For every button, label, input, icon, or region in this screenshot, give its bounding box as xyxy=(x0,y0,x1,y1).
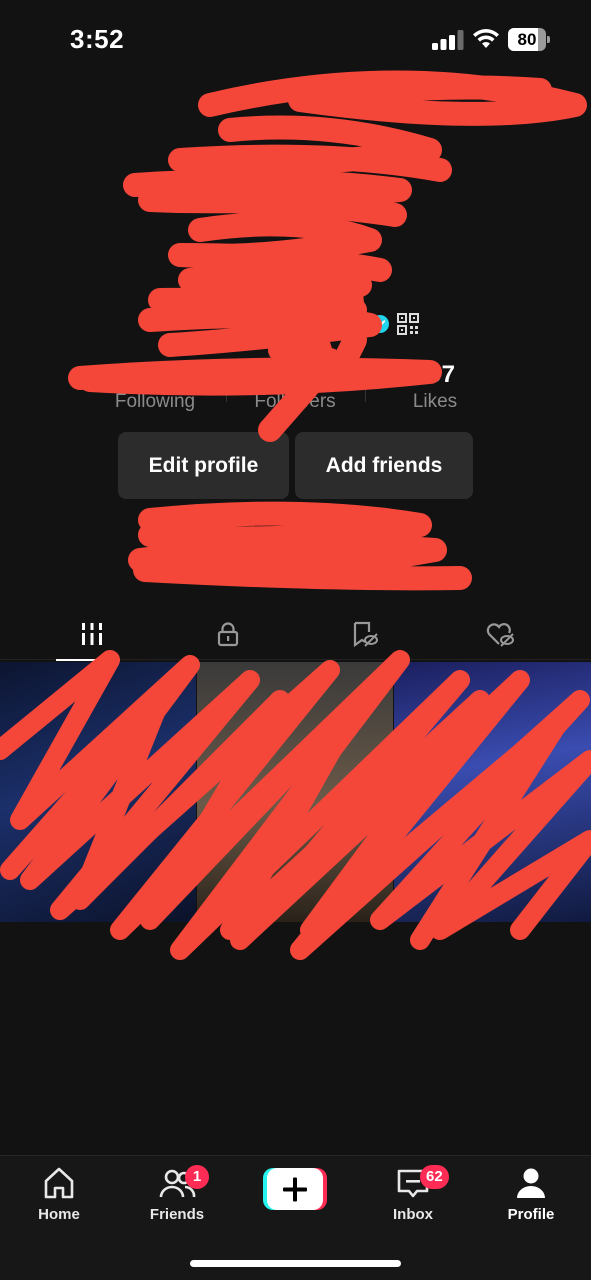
plus-icon xyxy=(263,1168,327,1210)
lock-icon xyxy=(217,622,238,647)
likes-count: 597 xyxy=(414,361,456,388)
following-count xyxy=(75,360,235,390)
heart-hidden-icon xyxy=(486,623,514,647)
add-friends-button[interactable]: Add friends xyxy=(295,432,473,499)
saved-tab[interactable] xyxy=(290,608,437,660)
profile-stats: Following Followers 597 Likes xyxy=(0,360,591,420)
cellular-signal-icon xyxy=(432,30,464,50)
profile-icon xyxy=(517,1168,545,1198)
following-stat[interactable]: Following xyxy=(75,360,235,414)
create-button[interactable] xyxy=(263,1168,327,1210)
followers-label: Followers xyxy=(254,391,336,412)
video-thumbnail[interactable] xyxy=(394,662,591,922)
followers-stat[interactable]: Followers xyxy=(215,360,375,414)
home-indicator xyxy=(190,1260,401,1267)
private-tab[interactable] xyxy=(154,608,301,660)
video-grid xyxy=(0,662,591,922)
qr-code-icon[interactable] xyxy=(397,313,419,335)
nav-home[interactable]: Home xyxy=(9,1164,109,1223)
battery-indicator: 80 xyxy=(508,28,552,51)
nav-inbox[interactable]: Inbox 62 xyxy=(363,1164,463,1223)
status-time: 3:52 xyxy=(70,24,125,54)
nav-inbox-label: Inbox xyxy=(393,1206,433,1223)
likes-label: Likes xyxy=(412,391,458,412)
followers-count xyxy=(215,360,375,390)
home-icon xyxy=(44,1167,74,1199)
verified-badge-icon xyxy=(371,315,389,333)
videos-tab[interactable] xyxy=(18,608,165,661)
video-thumbnail[interactable] xyxy=(0,662,196,922)
inbox-badge: 62 xyxy=(420,1165,449,1189)
nav-friends[interactable]: Friends 1 xyxy=(127,1164,227,1223)
status-bar: 3:52 80 xyxy=(0,0,591,80)
profile-tabs xyxy=(0,608,591,661)
nav-profile[interactable]: Profile xyxy=(481,1164,581,1223)
friends-badge: 1 xyxy=(185,1165,209,1189)
nav-home-label: Home xyxy=(38,1206,80,1223)
video-thumbnail[interactable] xyxy=(197,662,393,922)
wifi-icon xyxy=(473,29,499,48)
bookmark-hidden-icon xyxy=(353,621,378,648)
following-label: Following xyxy=(114,391,196,412)
edit-profile-button[interactable]: Edit profile xyxy=(118,432,289,499)
battery-level: 80 xyxy=(517,30,537,49)
likes-stat[interactable]: 597 Likes xyxy=(355,360,515,414)
nav-friends-label: Friends xyxy=(149,1206,205,1223)
liked-tab[interactable] xyxy=(426,608,573,660)
grid-lines-icon xyxy=(81,623,102,645)
nav-profile-label: Profile xyxy=(507,1206,555,1223)
